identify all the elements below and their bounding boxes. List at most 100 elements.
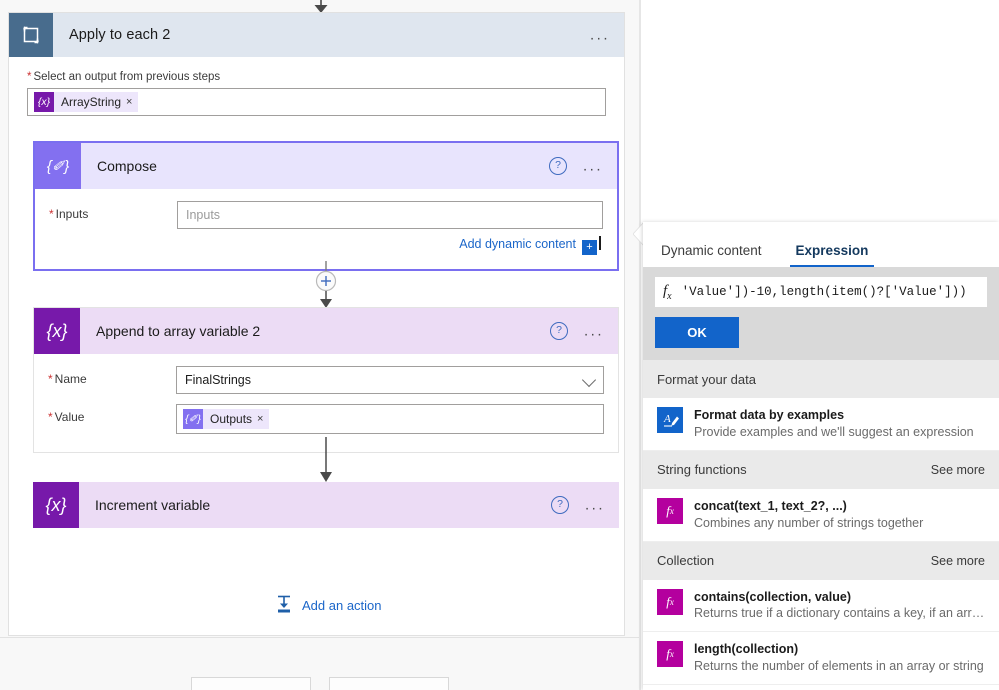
- function-icon: fx: [657, 588, 683, 615]
- help-icon[interactable]: ?: [551, 496, 569, 514]
- token-outputs[interactable]: {✐} Outputs ×: [183, 409, 270, 429]
- add-an-action-button[interactable]: Add an action: [274, 594, 382, 617]
- required-marker: *: [49, 207, 54, 221]
- append-value-label: * Value: [48, 404, 176, 424]
- append-overflow-menu-button[interactable]: ...: [584, 324, 604, 339]
- section-title: String functions: [657, 462, 747, 478]
- append-value-label-text: Value: [54, 410, 85, 424]
- fx-icon: fx: [663, 282, 672, 302]
- expression-picker-panel: Dynamic content Expression fx 'Value'])-…: [643, 222, 999, 690]
- section-title: Format your data: [657, 371, 756, 387]
- help-icon[interactable]: ?: [549, 157, 567, 175]
- scope-title: Apply to each 2: [69, 27, 171, 43]
- append-name-label: * Name: [48, 366, 176, 386]
- append-value-control: {✐} Outputs ×: [176, 404, 604, 434]
- function-icon: fx: [657, 641, 683, 668]
- section-title: Collection: [657, 553, 715, 568]
- append-name-select[interactable]: [176, 366, 604, 394]
- append-name-control: [176, 366, 604, 394]
- token-remove-icon[interactable]: ×: [125, 96, 138, 108]
- scope-field-label-text: Select an output from previous steps: [33, 71, 221, 83]
- increment-card-title: Increment variable: [95, 497, 211, 513]
- add-dynamic-content-link[interactable]: Add dynamic content: [459, 237, 576, 251]
- flow-connector-append-to-increment: [33, 437, 619, 483]
- scope-body: * Select an output from previous steps {x…: [9, 57, 624, 116]
- compose-overflow-menu-button[interactable]: ...: [583, 159, 603, 174]
- tab-dynamic-content[interactable]: Dynamic content: [655, 243, 768, 267]
- append-card-title: Append to array variable 2: [96, 323, 261, 339]
- append-name-label-text: Name: [54, 372, 87, 386]
- format-data-icon: A: [657, 407, 683, 433]
- bottom-button-2[interactable]: [329, 677, 449, 690]
- see-more-link[interactable]: See more: [931, 554, 985, 568]
- flow-canvas: Apply to each 2 ... * Select an output fr…: [0, 0, 641, 690]
- list-item[interactable]: fx concat(text_1, text_2?, ...) Combines…: [643, 488, 999, 542]
- list-item-description: Returns true if a dictionary contains a …: [694, 606, 985, 621]
- text-caret: [599, 236, 601, 250]
- required-marker: *: [48, 372, 53, 386]
- add-an-action-label: Add an action: [302, 598, 382, 613]
- increment-card-header[interactable]: {x} Increment variable ? ...: [33, 482, 619, 528]
- list-item[interactable]: fx contains(collection, value) Returns t…: [643, 579, 999, 633]
- expression-input[interactable]: fx 'Value'])-10,length(item()?['Value'])…: [655, 277, 987, 307]
- canvas-right-edge: [639, 0, 641, 690]
- power-automate-designer: Apply to each 2 ... * Select an output fr…: [0, 0, 999, 690]
- section-header-collection: Collection See more: [643, 541, 999, 580]
- list-item-text: Format data by examples Provide examples…: [694, 407, 985, 441]
- variable-icon: {x}: [33, 482, 79, 528]
- compose-action-card[interactable]: {✐} Compose ? ... *Inputs Add dynamic co…: [33, 141, 619, 271]
- append-value-input[interactable]: {✐} Outputs ×: [176, 404, 604, 434]
- token-arraystring[interactable]: {x} ArrayString ×: [34, 92, 139, 112]
- section-header-format-your-data: Format your data: [643, 360, 999, 398]
- list-item-description: Returns the number of elements in an arr…: [694, 659, 984, 674]
- section-header-string-functions: String functions See more: [643, 450, 999, 489]
- list-item-description: Provide examples and we'll suggest an ex…: [694, 424, 974, 439]
- panel-tabs: Dynamic content Expression: [643, 222, 999, 267]
- list-item-title: concat(text_1, text_2?, ...): [694, 498, 847, 513]
- compose-card-body: *Inputs Add dynamic content +: [35, 189, 617, 269]
- token-remove-icon[interactable]: ×: [256, 413, 269, 425]
- expression-editor-area: fx 'Value'])-10,length(item()?['Value'])…: [643, 267, 999, 360]
- add-action-icon: [274, 594, 294, 617]
- compose-icon: {✐}: [35, 143, 81, 189]
- token-label: Outputs: [210, 412, 253, 426]
- list-item[interactable]: A Format data by examples Provide exampl…: [643, 398, 999, 451]
- compose-token-icon: {✐}: [183, 409, 203, 429]
- expression-value: 'Value'])-10,length(item()?['Value'])): [681, 285, 967, 299]
- canvas-divider: [0, 637, 641, 638]
- required-marker: *: [27, 71, 32, 83]
- list-item[interactable]: fx length(collection) Returns the number…: [643, 632, 999, 685]
- variable-icon: {x}: [34, 308, 80, 354]
- flow-connector-compose-to-append[interactable]: [33, 261, 619, 309]
- list-item[interactable]: fx sort(collection) Returns an array sor…: [643, 685, 999, 690]
- ok-button[interactable]: OK: [655, 317, 739, 348]
- increment-variable-card[interactable]: {x} Increment variable ? ...: [33, 482, 619, 528]
- scope-overflow-menu-button[interactable]: ...: [590, 28, 610, 43]
- compose-inputs-input[interactable]: [177, 201, 603, 229]
- scope-header[interactable]: Apply to each 2 ...: [9, 13, 624, 57]
- list-item-text: length(collection) Returns the number of…: [694, 641, 985, 675]
- append-card-header[interactable]: {x} Append to array variable 2 ? ...: [34, 308, 618, 354]
- add-dynamic-content-row: Add dynamic content +: [177, 236, 603, 255]
- compose-inputs-label-text: Inputs: [55, 207, 89, 221]
- scope-output-input[interactable]: {x} ArrayString ×: [27, 88, 606, 116]
- bottom-button-1[interactable]: [191, 677, 311, 690]
- tab-expression[interactable]: Expression: [789, 243, 875, 267]
- add-dynamic-content-plus-icon[interactable]: +: [582, 240, 597, 255]
- help-icon[interactable]: ?: [550, 322, 568, 340]
- list-item-title: contains(collection, value): [694, 589, 851, 604]
- list-item-title: length(collection): [694, 642, 799, 657]
- compose-inputs-control: Add dynamic content +: [177, 201, 603, 255]
- token-label: ArrayString: [61, 95, 122, 109]
- list-item-description: Combines any number of strings together: [694, 515, 924, 530]
- required-marker: *: [48, 410, 53, 424]
- see-more-link[interactable]: See more: [931, 463, 985, 477]
- svg-text:A: A: [663, 413, 671, 425]
- append-to-array-variable-card[interactable]: {x} Append to array variable 2 ? ... * Na…: [33, 307, 619, 453]
- list-item-text: contains(collection, value) Returns true…: [694, 589, 985, 623]
- increment-overflow-menu-button[interactable]: ...: [585, 498, 605, 513]
- compose-inputs-label: * Inputs: [49, 201, 177, 221]
- list-item-title: Format data by examples: [694, 408, 845, 422]
- variable-token-icon: {x}: [34, 92, 54, 112]
- compose-card-header[interactable]: {✐} Compose ? ...: [35, 143, 617, 189]
